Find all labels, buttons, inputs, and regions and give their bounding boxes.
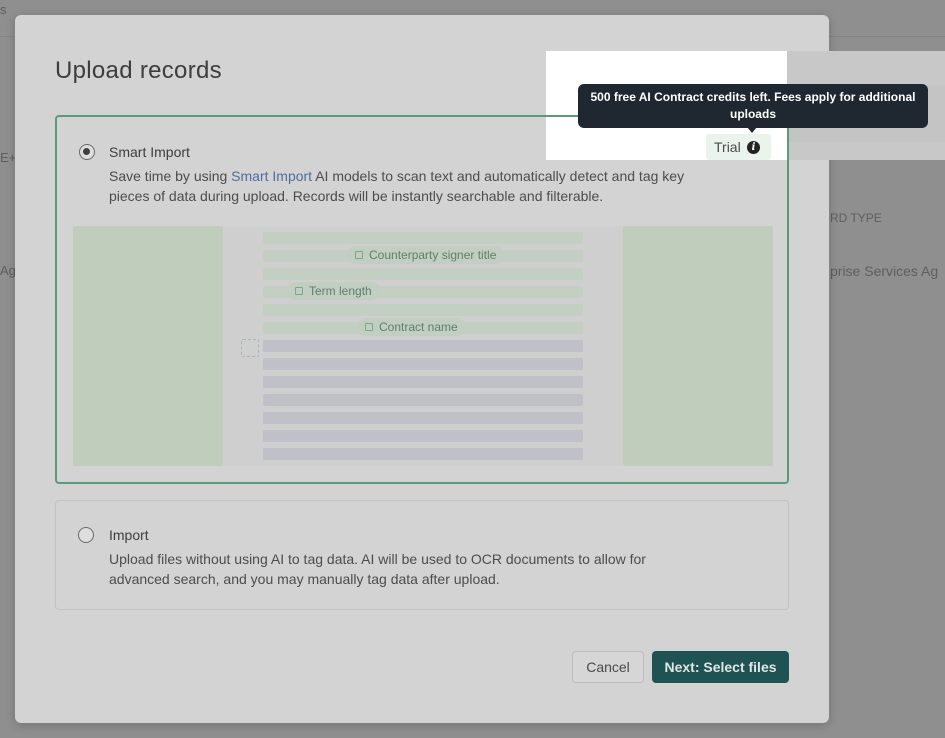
cancel-button[interactable]: Cancel [572, 651, 644, 683]
doc-line [263, 394, 583, 406]
doc-line [263, 448, 583, 460]
next-select-files-button[interactable]: Next: Select files [652, 651, 789, 683]
trial-badge[interactable]: Trial i [706, 134, 771, 160]
tag-icon [355, 251, 363, 259]
bg-fragment-left-2: Ag [0, 263, 16, 278]
import-description: Upload files without using AI to tag dat… [109, 551, 646, 587]
tag-label: Contract name [379, 320, 458, 334]
smart-import-border-edge [546, 115, 579, 117]
import-radio[interactable] [78, 527, 94, 543]
modal-title: Upload records [55, 57, 222, 84]
illustration-right-panel [623, 226, 773, 466]
doc-line [263, 268, 583, 280]
doc-line [263, 358, 583, 370]
smart-import-option[interactable]: Smart Import Save time by using Smart Im… [55, 115, 789, 484]
info-icon[interactable]: i [747, 141, 760, 154]
smart-import-title: Smart Import [109, 144, 190, 160]
import-option[interactable]: Import Upload files without using AI to … [55, 500, 789, 610]
tag-icon [365, 323, 373, 331]
doc-line [263, 376, 583, 388]
tag-term-length: Term length [287, 282, 380, 300]
bg-row-value: prise Services Ag [830, 263, 939, 279]
illustration-left-panel [73, 226, 223, 466]
smart-import-desc-prefix: Save time by using [109, 168, 232, 184]
doc-line [263, 340, 583, 352]
doc-line [263, 412, 583, 424]
tag-counterparty-signer-title: Counterparty signer title [347, 246, 505, 264]
credits-tooltip: 500 free AI Contract credits left. Fees … [578, 84, 928, 128]
smart-import-radio[interactable] [79, 144, 95, 160]
bg-column-header: RD TYPE [830, 211, 882, 225]
tag-icon [295, 287, 303, 295]
tag-label: Term length [309, 284, 372, 298]
import-title: Import [109, 527, 149, 543]
doc-line [263, 232, 583, 244]
trial-badge-label: Trial [714, 139, 741, 155]
smart-import-link[interactable]: Smart Import [231, 168, 312, 184]
illustration-document: Counterparty signer title Term length Co… [223, 226, 623, 466]
tag-label: Counterparty signer title [369, 248, 497, 262]
smart-import-description: Save time by using Smart Import AI model… [109, 166, 699, 206]
focus-corner-marker [241, 339, 259, 357]
doc-line [263, 304, 583, 316]
doc-line [263, 430, 583, 442]
tooltip-arrow [747, 127, 757, 133]
tag-contract-name: Contract name [357, 318, 466, 336]
bg-fragment-top: s [0, 2, 7, 17]
